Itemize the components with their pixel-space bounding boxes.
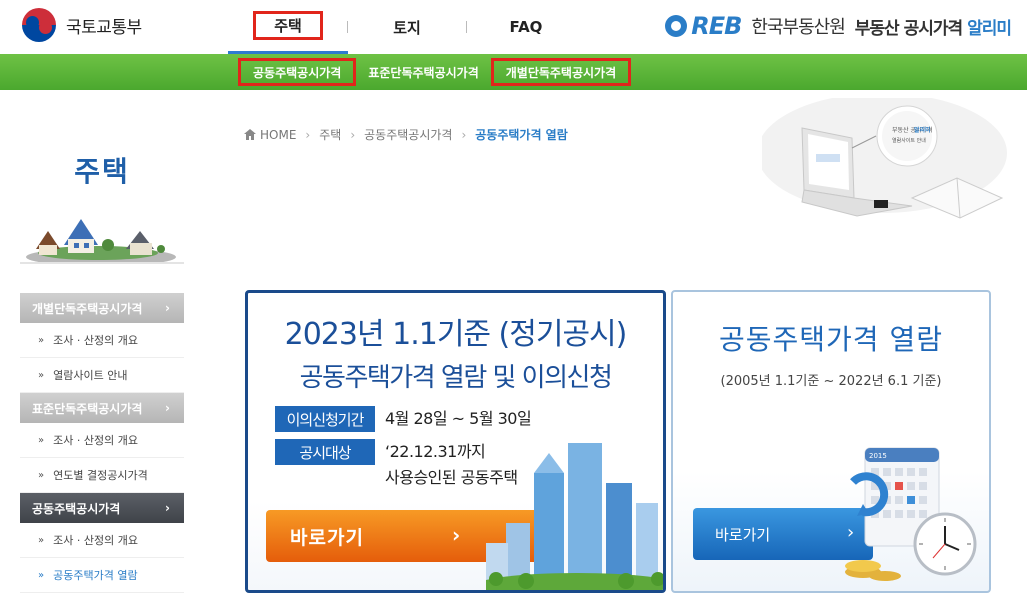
breadcrumb-separator-icon: › — [305, 127, 311, 142]
ministry-name: 국토교통부 — [66, 17, 142, 38]
notice-target-row: 공시대상 ‘22.12.31까지 사용승인된 공동주택 — [275, 439, 518, 491]
objection-period-badge: 이의신청기간 — [275, 406, 375, 432]
nav-faq[interactable]: FAQ — [466, 0, 586, 54]
nav-housing-label: 주택 — [253, 11, 323, 40]
breadcrumb-separator-icon: › — [461, 127, 467, 142]
page: 국토교통부 주택 토지 FAQ REB 한국부동산원 부동산 공시가격 알리미 … — [0, 0, 1027, 611]
regular-notice-title: 2023년 1.1기준 (정기공시) — [284, 317, 628, 352]
breadcrumb-item[interactable]: 공동주택공시가격 — [364, 126, 452, 143]
nav-land-label: 토지 — [393, 18, 421, 37]
reb-mark-icon — [665, 15, 688, 37]
sidebar-item-label: 조사 · 산정의 개요 — [53, 334, 138, 347]
notice-target-badge: 공시대상 — [275, 439, 375, 465]
reb-logo[interactable]: REB 한국부동산원 부동산 공시가격 알리미 — [665, 12, 1012, 40]
sidebar-cat-label: 표준단독주택공시가격 — [32, 401, 143, 416]
taeguk-icon — [22, 8, 56, 42]
sidebar-item-label: 열람사이트 안내 — [53, 369, 128, 382]
sub-nav-list: 공동주택공시가격 표준단독주택공시가격 개별단독주택공시가격 — [238, 58, 632, 86]
sidebar-cat-label: 공동주택공시가격 — [32, 501, 121, 516]
bullet-icon: » — [38, 434, 45, 446]
site-title: 부동산 공시가격 알리미 — [854, 14, 1012, 39]
chevron-right-icon: › — [165, 301, 170, 315]
sidebar-item-survey-overview[interactable]: » 조사 · 산정의 개요 — [20, 523, 184, 558]
ministry-logo[interactable]: 국토교통부 — [22, 8, 142, 42]
calendar-year: 2015 — [869, 452, 887, 460]
sidebar-cat-standard-house[interactable]: 표준단독주택공시가격 › — [20, 393, 184, 423]
go-button-label: 바로가기 — [290, 526, 364, 549]
nav-land[interactable]: 토지 — [347, 0, 467, 54]
nav-faq-label: FAQ — [509, 18, 543, 36]
sidebar-divider — [20, 262, 184, 264]
site-title-main: 부동산 공시가격 — [854, 18, 963, 39]
arrow-right-icon: › — [452, 523, 462, 547]
city-buildings-illustration — [486, 443, 663, 590]
sidebar-menu: 개별단독주택공시가격 › » 조사 · 산정의 개요 » 열람사이트 안내 표준… — [20, 293, 184, 593]
reb-name: 한국부동산원 — [751, 17, 845, 38]
laptop-illustration: 부동산 공시가격 알리미 열람사이트 안내 — [762, 98, 1007, 219]
bullet-icon: » — [38, 469, 45, 481]
chevron-right-icon: › — [165, 501, 170, 515]
nav-housing[interactable]: 주택 — [228, 0, 348, 54]
bullet-icon: » — [38, 369, 45, 381]
bullet-icon: » — [38, 334, 45, 346]
breadcrumb-item[interactable]: 주택 — [319, 126, 341, 143]
bullet-icon: » — [38, 569, 45, 581]
sidebar-item-yearly-prices[interactable]: » 연도별 결정공시가격 — [20, 458, 184, 493]
sidebar-item-survey-overview[interactable]: » 조사 · 산정의 개요 — [20, 423, 184, 458]
sidebar-item-label: 조사 · 산정의 개요 — [53, 434, 138, 447]
breadcrumb-separator-icon: › — [350, 127, 356, 142]
go-button-label: 바로가기 — [715, 525, 771, 544]
subnav-individual-house-price[interactable]: 개별단독주택공시가격 — [490, 58, 632, 86]
subnav-apartment-price[interactable]: 공동주택공시가격 — [238, 58, 357, 86]
breadcrumb: HOME › 주택 › 공동주택공시가격 › 공동주택가격 열람 — [244, 126, 568, 143]
bullet-icon: » — [38, 534, 45, 546]
sidebar-cat-label: 개별단독주택공시가격 — [32, 301, 143, 316]
home-icon — [244, 129, 256, 140]
sidebar-item-apartment-viewing[interactable]: » 공동주택가격 열람 — [20, 558, 184, 593]
subnav-standard-house-price[interactable]: 표준단독주택공시가격 — [356, 58, 490, 86]
laptop-screen-line2: 알리미 — [914, 126, 931, 134]
reb-logo-text: REB — [691, 12, 742, 40]
sub-nav-bar: 공동주택공시가격 표준단독주택공시가격 개별단독주택공시가격 — [0, 54, 1027, 90]
sidebar-item-label: 공동주택가격 열람 — [53, 569, 138, 582]
sidebar-cat-apartment[interactable]: 공동주택공시가격 › — [20, 493, 184, 523]
sidebar-item-viewing-sites[interactable]: » 열람사이트 안내 — [20, 358, 184, 393]
objection-period-value: 4월 28일 ~ 5월 30일 — [385, 409, 532, 428]
breadcrumb-home[interactable]: HOME — [260, 128, 296, 142]
chevron-right-icon: › — [165, 401, 170, 415]
sidebar-item-survey-overview[interactable]: » 조사 · 산정의 개요 — [20, 323, 184, 358]
site-title-accent: 알리미 — [967, 18, 1012, 39]
regular-notice-card: 2023년 1.1기준 (정기공시) 공동주택가격 열람 및 이의신청 이의신청… — [245, 290, 666, 593]
sidebar-item-label: 조사 · 산정의 개요 — [53, 534, 138, 547]
sidebar-cat-individual-house[interactable]: 개별단독주택공시가격 › — [20, 293, 184, 323]
apartment-price-viewing-card: 공동주택가격 열람 (2005년 1.1기준 ~ 2022년 6.1 기준) 바… — [671, 290, 991, 593]
apartment-viewing-period: (2005년 1.1기준 ~ 2022년 6.1 기준) — [720, 374, 942, 389]
apartment-viewing-title: 공동주택가격 열람 — [719, 323, 943, 356]
breadcrumb-current: 공동주택가격 열람 — [475, 128, 568, 142]
calendar-clock-illustration: 2015 — [845, 447, 977, 581]
laptop-screen-line3: 열람사이트 안내 — [892, 137, 926, 144]
sidebar-title: 주택 — [74, 155, 130, 188]
sidebar-item-label: 연도별 결정공시가격 — [53, 469, 148, 482]
houses-illustration — [26, 219, 176, 263]
main-nav: 주택 토지 FAQ — [228, 0, 586, 54]
header: 국토교통부 주택 토지 FAQ REB 한국부동산원 부동산 공시가격 알리미 — [0, 0, 1027, 54]
regular-notice-subtitle: 공동주택가격 열람 및 이의신청 — [299, 363, 613, 393]
objection-period-row: 이의신청기간 4월 28일 ~ 5월 30일 — [275, 406, 532, 432]
